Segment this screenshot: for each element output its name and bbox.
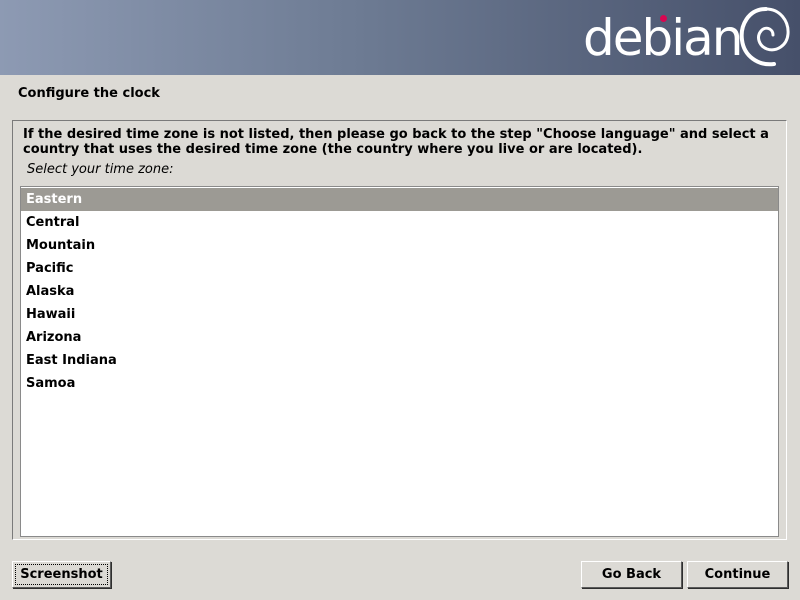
timezone-item[interactable]: Pacific <box>21 257 778 280</box>
timezone-item[interactable]: Arizona <box>21 326 778 349</box>
timezone-item[interactable]: Samoa <box>21 372 778 395</box>
timezone-item[interactable]: Alaska <box>21 280 778 303</box>
timezone-item[interactable]: Mountain <box>21 234 778 257</box>
debian-banner: debian <box>0 0 800 75</box>
timezone-list[interactable]: Eastern Central Mountain Pacific Alaska Hawai… <box>20 186 779 537</box>
go-back-button[interactable]: Go Back <box>581 561 682 588</box>
page-title: Configure the clock <box>18 86 160 101</box>
debian-swirl-icon <box>739 7 790 67</box>
debian-logo-dot <box>660 15 667 22</box>
timezone-item[interactable]: Central <box>21 211 778 234</box>
info-text: If the desired time zone is not listed, … <box>23 127 769 157</box>
timezone-prompt: Select your time zone: <box>27 162 174 177</box>
timezone-item[interactable]: Hawaii <box>21 303 778 326</box>
timezone-item[interactable]: Eastern <box>21 188 778 211</box>
screenshot-button[interactable]: Screenshot <box>12 561 111 588</box>
timezone-item[interactable]: East Indiana <box>21 349 778 372</box>
continue-button[interactable]: Continue <box>687 561 788 588</box>
